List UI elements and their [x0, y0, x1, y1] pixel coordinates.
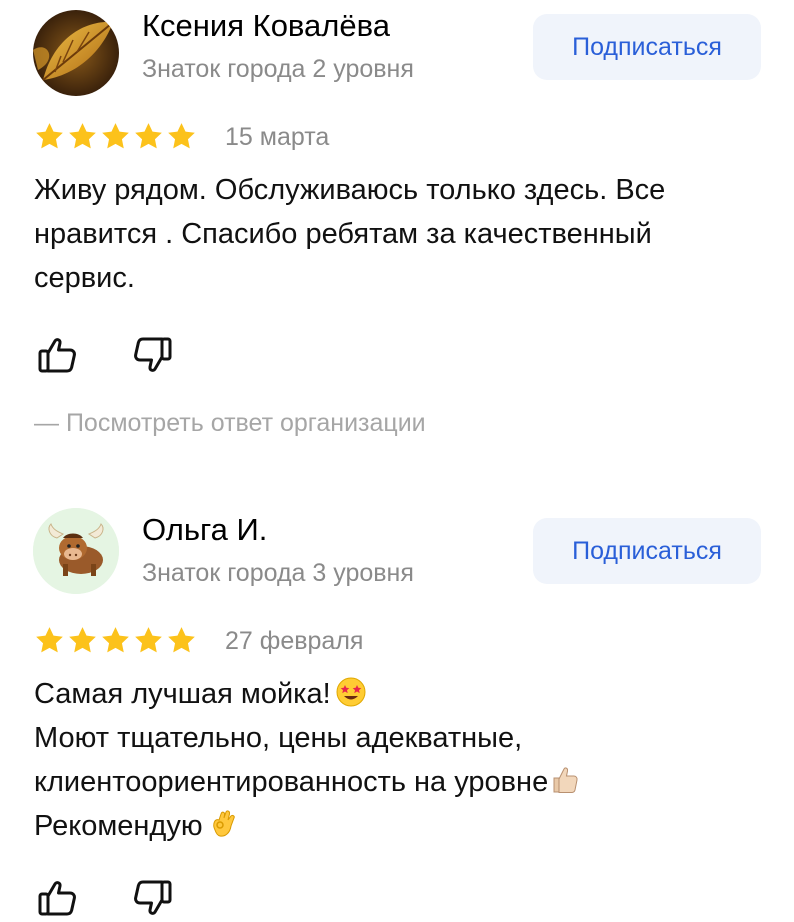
review-text-line: Рекомендую	[34, 804, 774, 848]
review-text: Живу рядом. Обслуживаюсь только здесь. В…	[34, 168, 774, 300]
author-level: Знаток города 2 уровня	[142, 55, 414, 83]
review-text-line: нравится . Спасибо ребятам за качественн…	[34, 218, 652, 250]
subscribe-button[interactable]: Подписаться	[533, 518, 761, 584]
subscribe-button[interactable]: Подписаться	[533, 14, 761, 80]
review-text-line: Живу рядом. Обслуживаюсь только здесь. В…	[34, 174, 666, 206]
review-text-line: Самая лучшая мойка!	[34, 672, 774, 716]
star-icon	[166, 625, 197, 656]
author-level: Знаток города 3 уровня	[142, 559, 414, 587]
star-icon	[100, 121, 131, 152]
review-text-fragment: Рекомендую	[34, 810, 203, 842]
star-icon	[67, 625, 98, 656]
review-text-line: клиентоориентированность на уровне	[34, 760, 774, 804]
star-icon	[166, 121, 197, 152]
star-icon	[34, 625, 65, 656]
avatar[interactable]	[33, 10, 119, 96]
rating-stars	[34, 121, 197, 152]
star-icon	[133, 121, 164, 152]
star-icon	[67, 121, 98, 152]
thumbs-up-emoji	[553, 767, 578, 794]
star-struck-emoji	[336, 677, 366, 707]
star-icon	[133, 625, 164, 656]
thumbs-up-icon[interactable]	[36, 876, 80, 920]
review-text-line: Моют тщательно, цены адекватные,	[34, 722, 523, 754]
review-date: 27 февраля	[225, 627, 364, 655]
review-text-fragment: клиентоориентированность на уровне	[34, 766, 549, 798]
star-icon	[34, 121, 65, 152]
view-org-reply-link[interactable]: — Посмотреть ответ организации	[34, 408, 426, 438]
rating-stars	[34, 625, 197, 656]
review-date: 15 марта	[225, 123, 330, 151]
review-text-line: сервис.	[34, 262, 135, 294]
avatar[interactable]	[33, 508, 119, 594]
author-name[interactable]: Ольга И.	[142, 512, 267, 548]
star-icon	[100, 625, 131, 656]
author-name[interactable]: Ксения Ковалёва	[142, 8, 390, 44]
thumbs-down-icon[interactable]	[130, 333, 174, 377]
review-text: Самая лучшая мойка! Моют тщательно, цены…	[34, 672, 774, 848]
ok-hand-emoji	[212, 810, 235, 837]
thumbs-up-icon[interactable]	[36, 333, 80, 377]
thumbs-down-icon[interactable]	[130, 876, 174, 920]
review-text-fragment: Самая лучшая мойка!	[34, 678, 331, 710]
